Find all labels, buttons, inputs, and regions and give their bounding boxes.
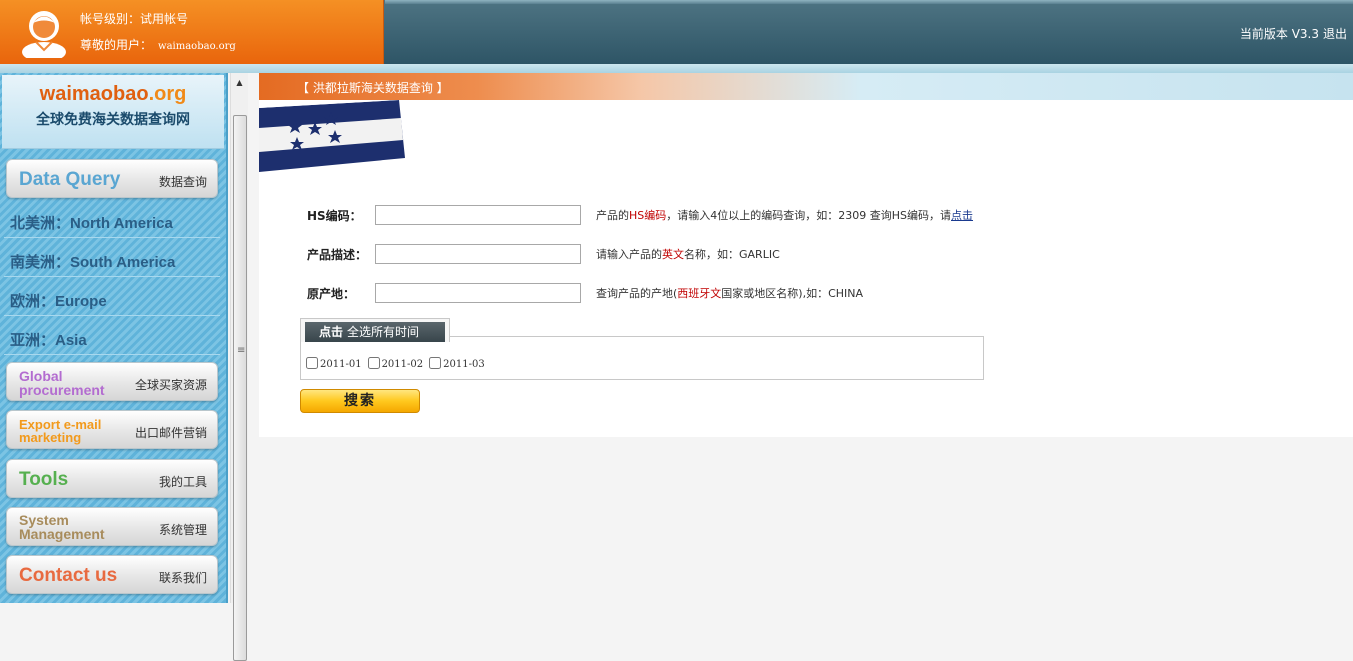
menu-data-query-cn: 数据查询 bbox=[158, 175, 207, 189]
menu-global-procurement[interactable]: Global procurement 全球买家资源 bbox=[6, 362, 218, 401]
logout-link[interactable]: 退出 bbox=[1323, 27, 1347, 41]
date-select-box: 2011-01 2011-02 2011-03 bbox=[300, 336, 984, 380]
title-bar: 【 洪都拉斯海关数据查询 】 bbox=[259, 73, 1353, 100]
date-checkbox[interactable] bbox=[429, 357, 442, 369]
user-name: waimaobao.org bbox=[158, 41, 236, 52]
hs-code-input[interactable] bbox=[375, 205, 581, 225]
menu-data-query[interactable]: Data Query 数据查询 bbox=[6, 159, 218, 198]
hs-code-label: HS编码： bbox=[307, 209, 362, 223]
logo-name: waimaobao bbox=[39, 83, 149, 105]
hint-text: 名称，如：GARLIC bbox=[684, 248, 780, 261]
menu-contact-en: Contact us bbox=[19, 565, 118, 586]
logo-tld: .org bbox=[148, 83, 187, 105]
hint-highlight: 英文 bbox=[662, 248, 684, 261]
menu-en-line2: marketing bbox=[19, 430, 82, 445]
logo-text: waimaobao.org bbox=[2, 83, 224, 106]
version-label: 当前版本 V3.3 bbox=[1239, 27, 1319, 41]
region-label: 欧洲：Europe bbox=[10, 293, 107, 310]
hs-code-hint: 产品的HS编码，请输入4位以上的编码查询，如：2309 查询HS编码，请点击 bbox=[596, 207, 973, 223]
user-label: 尊敬的用户： bbox=[80, 38, 153, 52]
page-title: 【 洪都拉斯海关数据查询 】 bbox=[297, 81, 449, 95]
top-header: 帐号级别：试用帐号 尊敬的用户： waimaobao.org 当前版本 V3.3 退… bbox=[0, 0, 1353, 64]
product-desc-input[interactable] bbox=[375, 244, 581, 264]
menu-contact-cn: 联系我们 bbox=[158, 571, 207, 585]
region-label: 亚洲：Asia bbox=[10, 332, 87, 349]
sidebar-item-europe[interactable]: 欧洲：Europe bbox=[4, 282, 220, 316]
menu-export-email[interactable]: Export e-mail marketing 出口邮件营销 bbox=[6, 410, 218, 449]
menu-system-en: System Management bbox=[19, 513, 105, 541]
hint-highlight: HS编码 bbox=[629, 209, 667, 222]
scroll-grip-icon: ≡ bbox=[237, 345, 246, 356]
sidebar-item-south-america[interactable]: 南美洲：South America bbox=[4, 243, 220, 277]
main-panel: 【 洪都拉斯海关数据查询 】 HS编码： 产品的HS编码，请输入4位以上的编码查… bbox=[259, 73, 1353, 437]
menu-export-email-cn: 出口邮件营销 bbox=[134, 426, 207, 440]
user-line: 尊敬的用户： waimaobao.org bbox=[80, 36, 236, 53]
account-level: 帐号级别：试用帐号 bbox=[80, 12, 189, 26]
sidebar: waimaobao.org 全球免费海关数据查询网 Data Query 数据查… bbox=[0, 73, 228, 603]
date-option[interactable]: 2011-03 bbox=[429, 357, 485, 370]
sidebar-item-north-america[interactable]: 北美洲：North America bbox=[4, 204, 220, 238]
site-logo[interactable]: waimaobao.org 全球免费海关数据查询网 bbox=[2, 75, 224, 149]
menu-tools-en: Tools bbox=[19, 469, 69, 490]
frame-scrollbar[interactable]: ▲ ≡ bbox=[230, 73, 248, 661]
user-info-panel: 帐号级别：试用帐号 尊敬的用户： waimaobao.org bbox=[0, 0, 384, 64]
date-options: 2011-01 2011-02 2011-03 bbox=[306, 356, 491, 370]
honduras-flag-icon bbox=[259, 100, 405, 172]
region-label: 北美洲：North America bbox=[10, 215, 173, 232]
menu-en-line2: procurement bbox=[19, 382, 105, 398]
hint-text: ，请输入4位以上的编码查询，如：2309 查询HS编码，请 bbox=[666, 209, 952, 222]
hint-highlight: 西班牙文 bbox=[677, 287, 722, 300]
region-label: 南美洲：South America bbox=[10, 254, 176, 271]
date-option[interactable]: 2011-02 bbox=[367, 357, 424, 370]
date-label: 2011-02 bbox=[381, 359, 424, 370]
hs-lookup-link[interactable]: 点击 bbox=[951, 209, 973, 222]
menu-contact-us[interactable]: Contact us 联系我们 bbox=[6, 555, 218, 594]
header-subbar bbox=[0, 64, 1353, 73]
product-desc-label: 产品描述： bbox=[307, 248, 368, 262]
menu-system-cn: 系统管理 bbox=[158, 523, 207, 537]
date-label: 2011-03 bbox=[443, 359, 485, 370]
hint-text: 请输入产品的 bbox=[596, 248, 662, 261]
menu-en-line2: Management bbox=[19, 526, 105, 542]
hint-text: 国家或地区名称),如：CHINA bbox=[721, 287, 864, 300]
select-all-dates-button[interactable]: 点击 全选所有时间 bbox=[305, 322, 445, 342]
hint-text: 查询产品的产地( bbox=[596, 287, 678, 300]
date-option[interactable]: 2011-01 bbox=[306, 357, 362, 370]
scroll-up-arrow-icon[interactable]: ▲ bbox=[231, 75, 248, 91]
search-button[interactable]: 搜索 bbox=[300, 389, 420, 413]
select-all-text: 全选所有时间 bbox=[347, 325, 420, 339]
menu-system-management[interactable]: System Management 系统管理 bbox=[6, 507, 218, 546]
menu-tools-cn: 我的工具 bbox=[158, 475, 207, 489]
select-all-bold: 点击 bbox=[319, 325, 344, 339]
date-checkbox[interactable] bbox=[306, 357, 318, 369]
logo-subtitle: 全球免费海关数据查询网 bbox=[36, 112, 190, 128]
product-desc-hint: 请输入产品的英文名称，如：GARLIC bbox=[596, 246, 780, 262]
scroll-thumb[interactable]: ≡ bbox=[233, 115, 247, 661]
header-right: 当前版本 V3.3 退出 bbox=[1236, 25, 1347, 42]
date-select-tab: 点击 全选所有时间 bbox=[300, 318, 450, 342]
date-label: 2011-01 bbox=[320, 359, 362, 370]
origin-input[interactable] bbox=[375, 283, 581, 303]
menu-global-procurement-en: Global procurement bbox=[19, 369, 105, 397]
user-avatar-icon bbox=[22, 11, 66, 58]
origin-hint: 查询产品的产地(西班牙文国家或地区名称),如：CHINA bbox=[596, 285, 863, 301]
date-checkbox[interactable] bbox=[367, 357, 380, 369]
header-stripe bbox=[385, 0, 1353, 4]
menu-global-procurement-cn: 全球买家资源 bbox=[134, 378, 207, 392]
sidebar-item-asia[interactable]: 亚洲：Asia bbox=[4, 321, 220, 355]
menu-data-query-en: Data Query bbox=[19, 169, 121, 190]
origin-label: 原产地： bbox=[307, 287, 356, 301]
menu-tools[interactable]: Tools 我的工具 bbox=[6, 459, 218, 498]
hint-text: 产品的 bbox=[596, 209, 629, 222]
menu-export-email-en: Export e-mail marketing bbox=[19, 418, 101, 444]
